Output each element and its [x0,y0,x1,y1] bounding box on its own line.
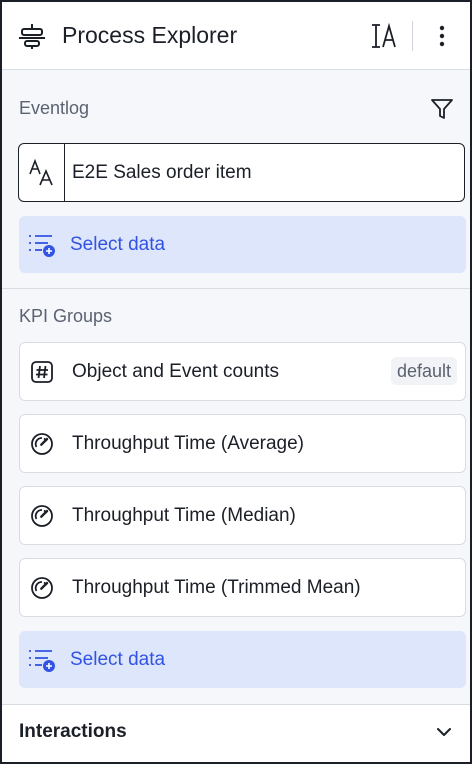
kpi-item-label: Throughput Time (Average) [72,433,304,454]
kpi-select-data-button[interactable]: Select data [19,631,466,688]
eventlog-section-label: Eventlog [19,98,90,118]
page-title: Process Explorer [62,22,238,48]
eventlog-select-field[interactable]: E2E Sales order item [18,143,465,202]
kpi-item-throughput-trimmed-mean[interactable]: Throughput Time (Trimmed Mean) [19,558,466,617]
gauge-icon [31,577,53,599]
default-badge: default [390,357,457,385]
gauge-icon [31,433,53,455]
process-explorer-panel: Process Explorer Eventlog E2E Sales orde… [0,0,472,764]
filter-icon[interactable] [430,97,454,121]
text-type-box [19,144,65,201]
chevron-down-icon [437,728,451,736]
select-data-label: Select data [70,649,166,670]
interactions-label: Interactions [19,721,127,742]
interactions-section-toggle[interactable]: Interactions [2,705,470,762]
text-format-icon[interactable] [368,22,398,50]
text-type-icon [29,159,53,186]
section-divider [2,288,470,289]
kpi-item-object-event-counts[interactable]: Object and Event counts default [19,342,466,401]
hash-icon [31,361,53,383]
kpi-item-throughput-median[interactable]: Throughput Time (Median) [19,486,466,545]
kpi-groups-section-label: KPI Groups [19,306,113,326]
kpi-item-label: Throughput Time (Median) [72,505,296,526]
kpi-item-throughput-average[interactable]: Throughput Time (Average) [19,414,466,473]
eventlog-select-data-button[interactable]: Select data [19,216,466,273]
process-explorer-icon [19,24,45,49]
select-data-list-icon [29,650,55,672]
more-vertical-icon[interactable] [428,22,456,50]
select-data-label: Select data [70,234,166,255]
panel-header: Process Explorer [2,2,470,70]
select-data-list-icon [29,235,55,257]
gauge-icon [31,505,53,527]
header-divider [412,21,413,51]
kpi-item-label: Throughput Time (Trimmed Mean) [72,577,361,598]
eventlog-value: E2E Sales order item [72,162,252,183]
kpi-item-label: Object and Event counts [72,361,280,382]
